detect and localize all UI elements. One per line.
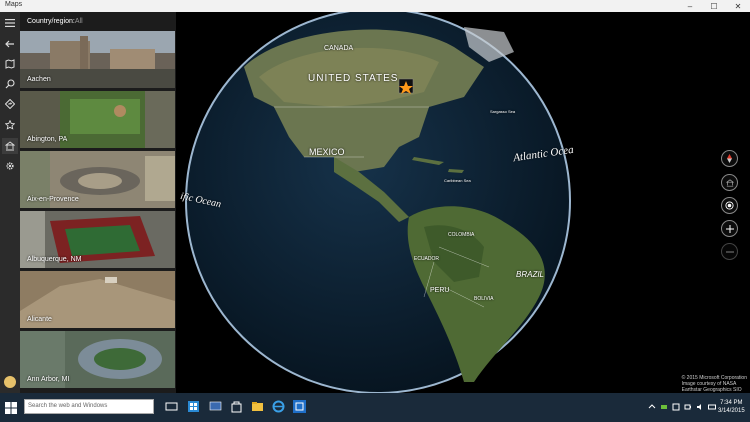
map-view-button[interactable] bbox=[2, 56, 18, 72]
favorites-button[interactable] bbox=[2, 117, 18, 133]
place-name: Ann Arbor, MI bbox=[27, 376, 70, 383]
maps-app-icon[interactable] bbox=[293, 400, 306, 413]
minimize-button[interactable]: – bbox=[678, 0, 702, 12]
star-icon bbox=[5, 120, 15, 130]
place-card-abington[interactable]: Abington, PA bbox=[20, 91, 175, 148]
directions-icon bbox=[5, 99, 15, 109]
app-title: Maps bbox=[5, 1, 23, 8]
window-controls: – ☐ ✕ bbox=[678, 0, 750, 12]
windows-start-icon[interactable] bbox=[4, 401, 18, 415]
place-name: Aachen bbox=[27, 76, 51, 83]
globe[interactable] bbox=[184, 12, 572, 393]
store-icon[interactable] bbox=[187, 400, 200, 413]
place-card-ann-arbor[interactable]: Ann Arbor, MI bbox=[20, 331, 175, 388]
gear-icon bbox=[6, 162, 14, 170]
clock-time: 7:34 PM bbox=[720, 400, 743, 406]
close-button[interactable]: ✕ bbox=[726, 0, 750, 12]
directions-button[interactable] bbox=[2, 96, 18, 112]
compass-icon bbox=[727, 154, 732, 163]
tilt-3d-button[interactable] bbox=[721, 174, 738, 191]
place-name: Albuquerque, NM bbox=[27, 256, 82, 263]
map-label-peru: PERU bbox=[430, 287, 450, 294]
place-card-aachen[interactable]: Aachen bbox=[20, 31, 175, 88]
desktop-icon[interactable] bbox=[209, 400, 222, 413]
hamburger-icon bbox=[5, 19, 15, 27]
place-card-alicante[interactable]: Alicante bbox=[20, 271, 175, 328]
compass-button[interactable] bbox=[721, 150, 738, 167]
places-panel: Country/region: All Aachen Abington, PA bbox=[20, 12, 176, 393]
back-arrow-icon bbox=[5, 40, 14, 48]
map-label-brazil: BRAZIL bbox=[516, 270, 545, 279]
nav-rail bbox=[0, 12, 20, 393]
minus-icon bbox=[725, 251, 734, 252]
plus-icon bbox=[725, 224, 734, 233]
landmark-icon bbox=[725, 178, 734, 187]
network-icon[interactable] bbox=[660, 403, 668, 411]
map-label-canada: CANADA bbox=[324, 45, 354, 52]
taskbar-search-input[interactable]: Search the web and Windows bbox=[24, 399, 154, 414]
map-copyright: © 2015 Microsoft Corporation Image court… bbox=[682, 375, 747, 393]
search-button[interactable] bbox=[2, 76, 18, 92]
avatar[interactable] bbox=[4, 376, 16, 388]
map-label-ecuador: ECUADOR bbox=[414, 256, 440, 262]
filter-value: All bbox=[74, 18, 83, 25]
clock-date: 3/14/2015 bbox=[718, 408, 745, 414]
map-label-bolivia: BOLIVIA bbox=[474, 296, 494, 302]
map-label-sargasso: Sargasso Sea bbox=[490, 109, 516, 114]
task-view-icon[interactable] bbox=[165, 400, 178, 413]
taskbar: Search the web and Windows 7:34 PM 3/14/… bbox=[0, 393, 750, 422]
zoom-in-button[interactable] bbox=[721, 220, 738, 237]
cities-3d-button[interactable] bbox=[2, 138, 18, 154]
place-name: Alicante bbox=[27, 316, 52, 323]
battery-icon[interactable] bbox=[684, 403, 692, 411]
place-card-albuquerque[interactable]: Albuquerque, NM bbox=[20, 211, 175, 268]
map-canvas[interactable]: UNITED STATES CANADA MEXICO Atlantic Oce… bbox=[176, 12, 750, 393]
volume-icon[interactable] bbox=[696, 403, 704, 411]
internet-explorer-icon[interactable] bbox=[272, 400, 285, 413]
target-icon bbox=[725, 201, 734, 210]
shopping-bag-icon[interactable] bbox=[230, 400, 243, 413]
map-label-mexico: MEXICO bbox=[309, 147, 345, 157]
filter-label: Country/region: bbox=[27, 18, 75, 25]
map-label-caribbean: Caribbean Sea bbox=[444, 178, 471, 183]
zoom-out-button[interactable] bbox=[721, 243, 738, 260]
maximize-button[interactable]: ☐ bbox=[702, 0, 726, 12]
hamburger-menu-button[interactable] bbox=[2, 15, 18, 31]
settings-button[interactable] bbox=[2, 158, 18, 174]
back-button[interactable] bbox=[2, 36, 18, 52]
map-label-united-states: UNITED STATES bbox=[308, 73, 399, 84]
map-label-colombia: COLOMBIA bbox=[448, 232, 475, 238]
system-tray bbox=[648, 403, 716, 411]
landmark-icon bbox=[5, 141, 15, 151]
place-card-aix[interactable]: Aix-en-Provence bbox=[20, 151, 175, 208]
place-name: Aix-en-Provence bbox=[27, 196, 79, 203]
place-name: Abington, PA bbox=[27, 136, 68, 143]
search-icon bbox=[5, 79, 15, 89]
locate-me-button[interactable] bbox=[721, 197, 738, 214]
chevron-up-icon[interactable] bbox=[648, 403, 656, 411]
map-icon bbox=[5, 59, 15, 69]
keyboard-icon[interactable] bbox=[708, 403, 716, 411]
taskbar-clock[interactable]: 7:34 PM 3/14/2015 bbox=[718, 399, 745, 415]
action-center-icon[interactable] bbox=[672, 403, 680, 411]
country-filter[interactable]: Country/region: All bbox=[20, 12, 176, 31]
file-explorer-icon[interactable] bbox=[251, 400, 264, 413]
